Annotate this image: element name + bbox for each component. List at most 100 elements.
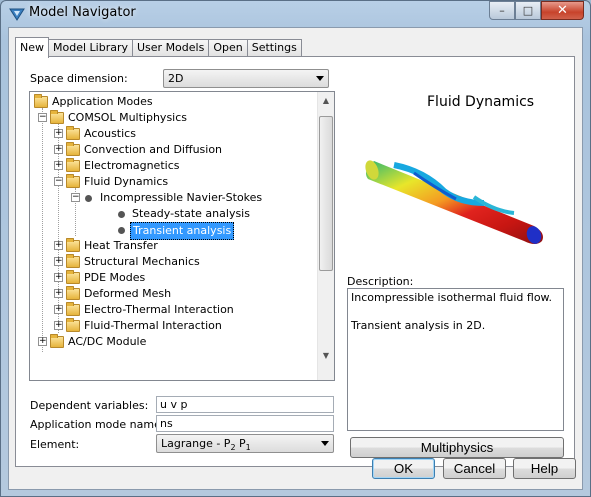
tab-open[interactable]: Open: [208, 39, 248, 57]
description-line-2: Transient analysis in 2D.: [351, 319, 486, 332]
tab-model-library[interactable]: Model Library: [48, 39, 133, 57]
folder-icon: [66, 254, 80, 268]
tree-item-label: PDE Modes: [84, 271, 146, 284]
element-select[interactable]: Lagrange - P2 P1: [156, 434, 334, 453]
tree-item-label: Acoustics: [84, 127, 136, 140]
application-modes-tree[interactable]: Application Modes − COMSOL Multiphysics …: [29, 91, 335, 381]
tab-user-models[interactable]: User Models: [132, 39, 210, 57]
dependent-variables-label: Dependent variables:: [30, 399, 149, 412]
collapse-icon[interactable]: −: [54, 177, 63, 186]
folder-icon: [50, 110, 64, 124]
expand-icon[interactable]: +: [54, 273, 63, 282]
minimize-button[interactable]: –: [489, 1, 515, 20]
tree-item-electromagnetics[interactable]: + Electromagnetics: [54, 158, 254, 174]
tree-item-deformed-mesh[interactable]: + Deformed Mesh: [54, 286, 254, 302]
folder-icon: [66, 126, 80, 140]
folder-icon: [66, 158, 80, 172]
close-icon: ✕: [557, 3, 568, 18]
tab-settings[interactable]: Settings: [246, 39, 302, 57]
window-title: Model Navigator: [29, 5, 136, 20]
tree-item-heat-transfer[interactable]: + Heat Transfer: [54, 238, 254, 254]
expand-icon[interactable]: +: [54, 145, 63, 154]
space-dimension-label: Space dimension:: [30, 72, 128, 85]
analysis-dot-icon: [118, 211, 125, 218]
space-dimension-select[interactable]: 2D: [163, 69, 329, 88]
tree-item-label: COMSOL Multiphysics: [68, 111, 188, 124]
model-navigator-window: Model Navigator – □ ✕ New Model Library …: [0, 0, 591, 497]
space-dimension-value: 2D: [168, 72, 184, 85]
expand-icon[interactable]: +: [38, 337, 47, 346]
cancel-button[interactable]: Cancel: [443, 458, 506, 479]
folder-icon: [34, 94, 48, 108]
tree-vertical-scrollbar[interactable]: ▲ ▼: [317, 92, 334, 380]
collapse-icon[interactable]: −: [71, 193, 80, 202]
tree-item-fluid-thermal[interactable]: + Fluid-Thermal Interaction: [54, 318, 294, 334]
maximize-icon: □: [522, 4, 534, 17]
tree-item-label: Incompressible Navier-Stokes: [100, 191, 263, 204]
folder-icon: [66, 318, 80, 332]
element-value: Lagrange - P2 P1: [161, 437, 251, 453]
tree-item-pde-modes[interactable]: + PDE Modes: [54, 270, 254, 286]
close-button[interactable]: ✕: [541, 1, 584, 20]
description-label: Description:: [347, 275, 414, 288]
preview-title: Fluid Dynamics: [427, 94, 535, 110]
tab-strip: New Model Library User Models Open Setti…: [15, 37, 302, 58]
folder-icon: [66, 238, 80, 252]
tree-item-label: Heat Transfer: [84, 239, 158, 252]
chevron-down-icon: [316, 76, 324, 81]
application-mode-name-input[interactable]: ns: [156, 415, 334, 432]
expand-icon[interactable]: +: [54, 305, 63, 314]
mode-dot-icon: [85, 195, 92, 202]
chevron-down-icon: [321, 441, 329, 446]
dependent-variables-input[interactable]: u v p: [156, 396, 334, 413]
tree-item-comsol-multiphysics[interactable]: − COMSOL Multiphysics: [38, 110, 238, 126]
element-label: Element:: [30, 438, 80, 451]
folder-icon: [66, 302, 80, 316]
folder-icon: [66, 286, 80, 300]
tree-item-label: Application Modes: [52, 95, 153, 108]
tree-item-electro-thermal[interactable]: + Electro-Thermal Interaction: [54, 302, 294, 318]
expand-icon[interactable]: +: [54, 289, 63, 298]
tree-item-acoustics[interactable]: + Acoustics: [54, 126, 254, 142]
tree-item-acdc-module[interactable]: + AC/DC Module: [38, 334, 238, 350]
tab-new[interactable]: New: [15, 37, 49, 58]
folder-icon: [66, 270, 80, 284]
application-mode-name-label: Application mode name:: [30, 418, 165, 431]
analysis-dot-icon: [118, 227, 125, 234]
fluid-dynamics-preview-image: [365, 160, 543, 244]
folder-icon: [66, 174, 80, 188]
help-button[interactable]: Help: [513, 458, 576, 479]
scrollbar-thumb[interactable]: [319, 116, 333, 271]
tree-item-label: Structural Mechanics: [84, 255, 200, 268]
tree-item-transient-analysis[interactable]: Transient analysis: [102, 222, 282, 240]
tree-item-label: AC/DC Module: [68, 335, 147, 348]
tree-item-convection-diffusion[interactable]: + Convection and Diffusion: [54, 142, 274, 158]
expand-icon[interactable]: +: [54, 129, 63, 138]
folder-icon: [66, 142, 80, 156]
tree-item-structural-mechanics[interactable]: + Structural Mechanics: [54, 254, 254, 270]
maximize-button[interactable]: □: [515, 1, 541, 20]
expand-icon[interactable]: +: [54, 257, 63, 266]
multiphysics-button[interactable]: Multiphysics: [350, 437, 564, 458]
tree-item-steady-state[interactable]: Steady-state analysis: [102, 206, 282, 222]
tree-item-label: Electro-Thermal Interaction: [84, 303, 234, 316]
expand-icon[interactable]: +: [54, 161, 63, 170]
tree-item-label: Fluid Dynamics: [84, 175, 169, 188]
comsol-app-icon: [9, 8, 25, 21]
scroll-down-icon[interactable]: ▼: [318, 347, 334, 364]
description-line-1: Incompressible isothermal fluid flow.: [351, 291, 553, 304]
scroll-up-icon[interactable]: ▲: [318, 92, 334, 109]
collapse-icon[interactable]: −: [38, 113, 47, 122]
ok-button[interactable]: OK: [372, 458, 435, 479]
tree-item-label: Convection and Diffusion: [84, 143, 223, 156]
new-tab-panel: Space dimension: 2D Application Modes −: [15, 56, 575, 467]
expand-icon[interactable]: +: [54, 321, 63, 330]
tree-item-fluid-dynamics[interactable]: − Fluid Dynamics: [54, 174, 254, 190]
title-bar[interactable]: Model Navigator – □ ✕: [1, 1, 590, 27]
folder-icon: [50, 334, 64, 348]
tree-item-label: Steady-state analysis: [132, 207, 250, 220]
expand-icon[interactable]: +: [54, 241, 63, 250]
tree-item-incompressible-navier-stokes[interactable]: − Incompressible Navier-Stokes: [71, 190, 301, 206]
tree-item-label: Electromagnetics: [84, 159, 180, 172]
dialog-client-area: New Model Library User Models Open Setti…: [8, 27, 583, 490]
